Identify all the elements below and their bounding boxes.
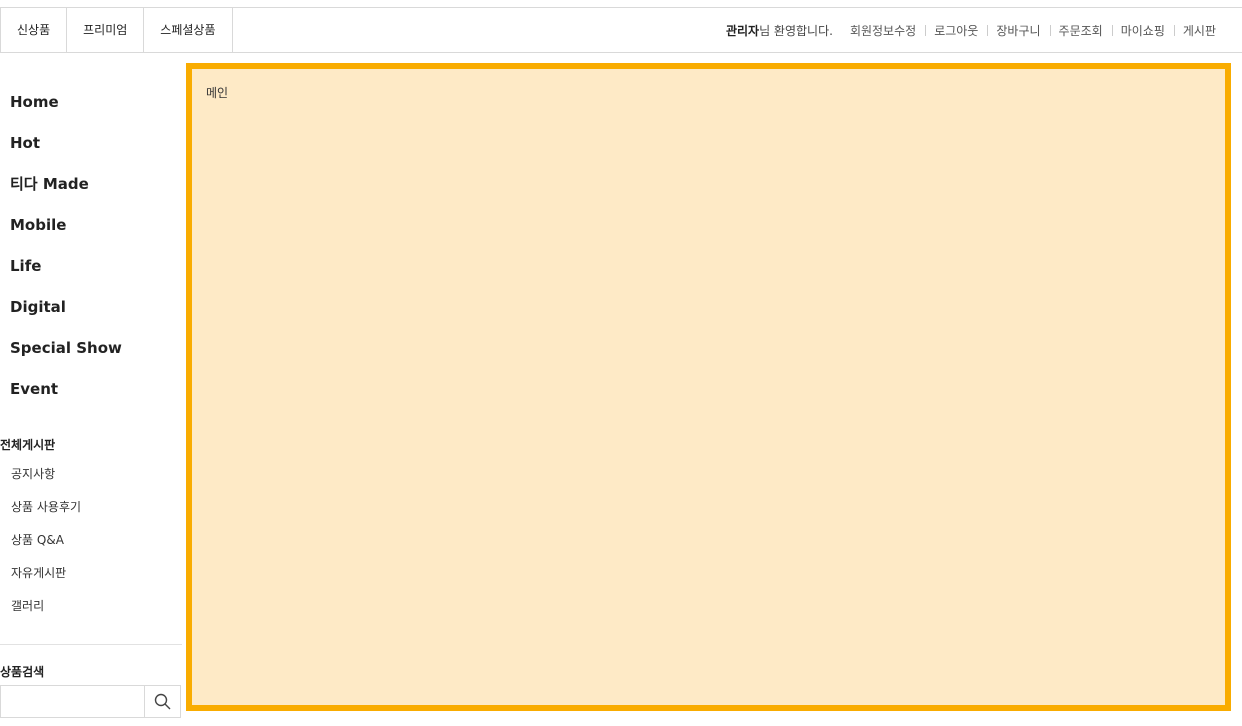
- main-content-area: 메인: [186, 63, 1231, 711]
- sidebar-divider: [0, 644, 182, 645]
- cart-link[interactable]: 장바구니: [987, 22, 1049, 39]
- product-search-input[interactable]: [1, 686, 145, 717]
- tab-premium[interactable]: 프리미엄: [67, 8, 145, 52]
- menu-item-mobile[interactable]: Mobile: [10, 205, 122, 246]
- menu-item-tida-made[interactable]: 티다 Made: [10, 164, 122, 205]
- menu-item-home[interactable]: Home: [10, 82, 122, 123]
- welcome-message: 님 환영합니다.: [759, 23, 833, 38]
- search-icon: [154, 693, 171, 710]
- product-search-box: [0, 685, 181, 718]
- category-tabs: 신상품 프리미엄 스페셜상품: [0, 8, 233, 52]
- board-item-gallery[interactable]: 갤러리: [11, 590, 81, 623]
- board-item-free-board[interactable]: 자유게시판: [11, 557, 81, 590]
- board-list: 공지사항 상품 사용후기 상품 Q&A 자유게시판 갤러리: [11, 458, 81, 623]
- menu-item-digital[interactable]: Digital: [10, 287, 122, 328]
- edit-member-info-link[interactable]: 회원정보수정: [841, 22, 925, 39]
- product-search-title: 상품검색: [0, 665, 45, 679]
- main-menu: Home Hot 티다 Made Mobile Life Digital Spe…: [10, 82, 122, 410]
- utility-menu: 관리자 님 환영합니다. 회원정보수정 로그아웃 장바구니 주문조회 마이쇼핑 …: [726, 8, 1216, 52]
- board-section-title: 전체게시판: [0, 438, 56, 452]
- board-item-notice[interactable]: 공지사항: [11, 458, 81, 491]
- logout-link[interactable]: 로그아웃: [925, 22, 987, 39]
- my-shopping-link[interactable]: 마이쇼핑: [1111, 22, 1174, 39]
- board-item-reviews[interactable]: 상품 사용후기: [11, 491, 81, 524]
- menu-item-special-show[interactable]: Special Show: [10, 328, 122, 369]
- menu-item-life[interactable]: Life: [10, 246, 122, 287]
- menu-item-hot[interactable]: Hot: [10, 123, 122, 164]
- order-lookup-link[interactable]: 주문조회: [1049, 22, 1112, 39]
- menu-item-event[interactable]: Event: [10, 369, 122, 410]
- main-label: 메인: [206, 86, 229, 100]
- top-bar: 신상품 프리미엄 스페셜상품 관리자 님 환영합니다. 회원정보수정 로그아웃 …: [0, 7, 1242, 53]
- board-link[interactable]: 게시판: [1173, 22, 1216, 39]
- tab-new-products[interactable]: 신상품: [0, 8, 68, 52]
- welcome-user-name: 관리자: [725, 23, 760, 38]
- board-item-qna[interactable]: 상품 Q&A: [11, 524, 81, 557]
- search-button[interactable]: [145, 686, 180, 717]
- tab-special-products[interactable]: 스페셜상품: [144, 8, 233, 52]
